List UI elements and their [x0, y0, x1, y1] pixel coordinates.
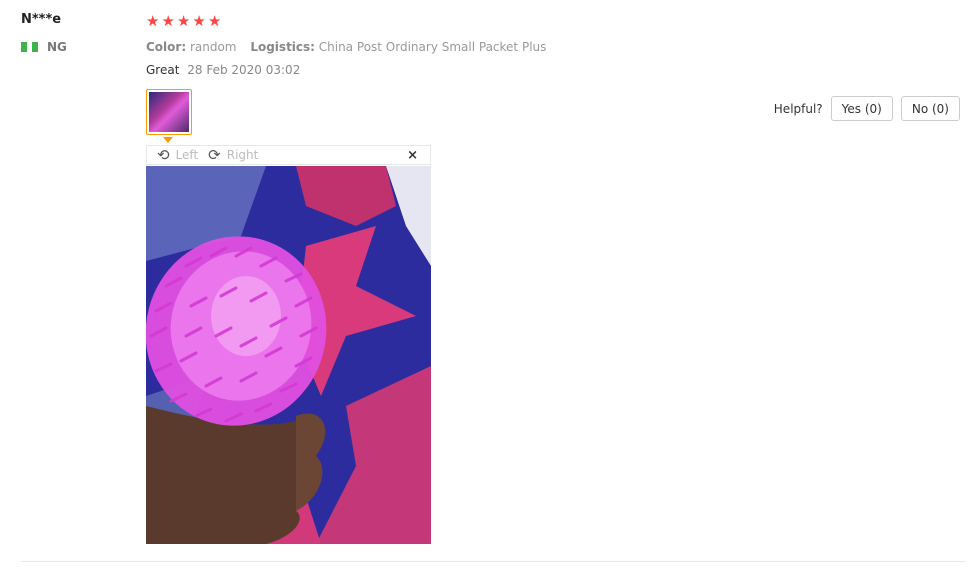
rotate-right-label: Right	[226, 148, 259, 162]
reviewer-country: NG	[21, 40, 131, 54]
helpful-section: Helpful? Yes (0) No (0)	[774, 96, 960, 121]
selected-thumbnail-pointer	[163, 137, 173, 143]
thumbnail-image	[149, 92, 189, 132]
rotate-left-button[interactable]: ⟲ Left	[157, 146, 199, 164]
rotate-right-button[interactable]: ⟳ Right	[208, 146, 259, 164]
star-icon: ★	[207, 11, 222, 30]
rotate-left-label: Left	[175, 148, 199, 162]
review-photo-thumbnail[interactable]	[146, 89, 192, 135]
logistics-label: Logistics:	[250, 40, 315, 54]
country-code: NG	[47, 40, 67, 54]
star-icon: ★	[192, 11, 206, 30]
product-photo-image	[146, 166, 431, 544]
logistics-value: China Post Ordinary Small Packet Plus	[318, 40, 547, 54]
helpful-yes-button[interactable]: Yes (0)	[830, 96, 893, 121]
comment-text: Great	[146, 63, 180, 77]
review-comment: Great 28 Feb 2020 03:02	[146, 63, 966, 77]
helpful-label: Helpful?	[773, 101, 823, 116]
review-divider	[21, 561, 966, 562]
star-icon: ★	[176, 11, 191, 30]
order-info: Color: random Logistics: China Post Ordi…	[146, 40, 966, 54]
comment-date: 28 Feb 2020 03:02	[187, 63, 301, 77]
reviewer-name: N***e	[21, 12, 62, 27]
color-label: Color:	[146, 40, 187, 54]
rotate-right-icon: ⟳	[208, 146, 221, 164]
star-rating: ★ ★ ★ ★ ★	[146, 12, 966, 30]
reviewer-info: N***e NG	[21, 12, 131, 54]
photo-viewer-toolbar: ⟲ Left ⟳ Right ×	[146, 145, 431, 165]
helpful-no-button[interactable]: No (0)	[900, 96, 960, 121]
review-photo-large	[146, 166, 431, 544]
color-value: random	[189, 40, 237, 54]
rotate-left-icon: ⟲	[157, 146, 170, 164]
close-icon[interactable]: ×	[407, 148, 418, 163]
star-icon: ★	[161, 11, 175, 30]
nigeria-flag-icon	[21, 42, 41, 52]
star-icon: ★	[146, 11, 160, 30]
review-content: ★ ★ ★ ★ ★ Color: random Logistics: China…	[146, 12, 966, 544]
